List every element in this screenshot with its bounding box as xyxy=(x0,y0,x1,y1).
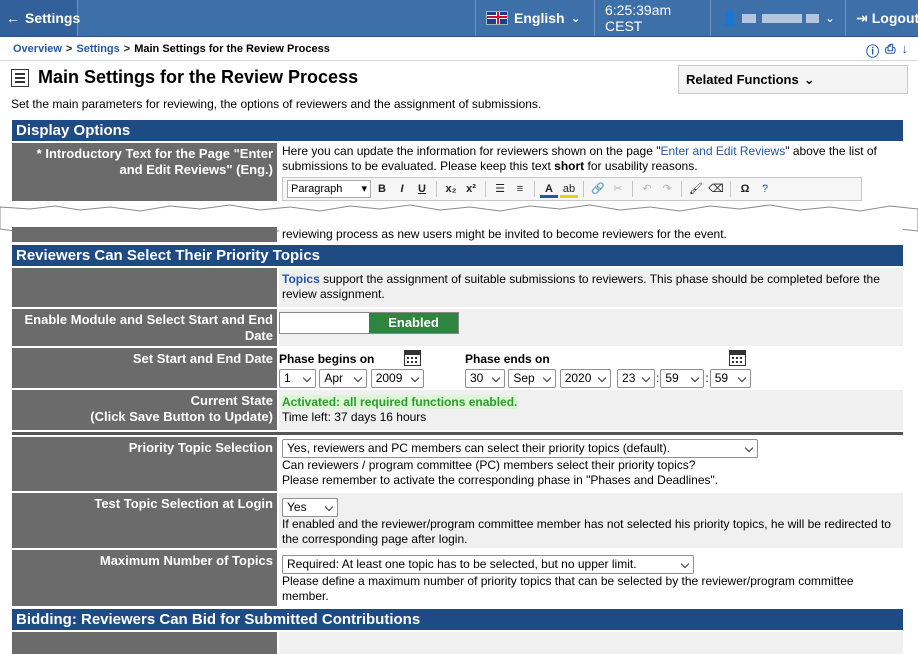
logout-icon: ⇥ xyxy=(856,9,868,26)
bullet-list-icon[interactable]: ☰ xyxy=(491,180,509,198)
row-enable-module: Enable Module and Select Start and End D… xyxy=(12,309,903,346)
priority-help-1: Can reviewers / program committee (PC) m… xyxy=(282,458,696,472)
help-circle-icon[interactable]: ? xyxy=(756,180,774,198)
subscript-icon[interactable]: x₂ xyxy=(442,180,460,198)
undo-icon[interactable]: ↶ xyxy=(638,180,656,198)
priority-help-2: Please remember to activate the correspo… xyxy=(282,473,719,487)
section-display-options: Display Options xyxy=(12,120,903,141)
cut-help-text: reviewing process as new users might be … xyxy=(279,227,903,242)
row-bidding-first xyxy=(12,632,903,654)
settings-list-icon xyxy=(11,68,29,87)
section-priority-topics: Reviewers Can Select Their Priority Topi… xyxy=(12,245,903,266)
row-topics-info: Topics support the assignment of suitabl… xyxy=(12,268,903,307)
bold-icon[interactable]: B xyxy=(373,180,391,198)
state-status: Activated: all required functions enable… xyxy=(282,395,518,409)
language-selector[interactable]: English ⌄ xyxy=(475,0,594,36)
chevron-down-icon: ⌄ xyxy=(824,11,835,25)
numbered-list-icon[interactable]: ≡ xyxy=(511,180,529,198)
related-functions-button[interactable]: Related Functions ⌄ xyxy=(678,65,908,94)
end-hour-select[interactable]: 23 xyxy=(617,369,656,388)
begin-day-select[interactable]: 1 xyxy=(279,369,316,388)
enable-module-toggle[interactable]: Enabled xyxy=(279,312,459,334)
test-topic-help: If enabled and the reviewer/program comm… xyxy=(282,517,891,546)
page-tools: ⓘ ⎙ ↓ xyxy=(866,41,908,60)
end-second-select[interactable]: 59 xyxy=(709,369,751,388)
end-month-select[interactable]: Sep xyxy=(508,369,557,388)
row-current-state: Current State (Click Save Button to Upda… xyxy=(12,390,903,430)
uk-flag-icon xyxy=(486,11,508,25)
test-topic-label: Test Topic Selection at Login xyxy=(12,493,277,548)
calendar-icon[interactable] xyxy=(729,350,747,366)
max-topics-label: Maximum Number of Topics xyxy=(12,550,277,606)
row-max-topics: Maximum Number of Topics Required: At le… xyxy=(12,550,903,606)
enter-edit-reviews-link[interactable]: Enter and Edit Reviews xyxy=(660,144,785,158)
row-test-topic-selection: Test Topic Selection at Login Yes If ena… xyxy=(12,493,903,548)
time-left: Time left: 37 days 16 hours xyxy=(282,410,427,424)
topics-link[interactable]: Topics xyxy=(282,272,320,286)
end-minute-select[interactable]: 59 xyxy=(660,369,705,388)
priority-topic-label: Priority Topic Selection xyxy=(12,437,277,491)
current-state-label: Current State (Click Save Button to Upda… xyxy=(12,390,277,430)
begin-month-select[interactable]: Apr xyxy=(319,369,368,388)
superscript-icon[interactable]: x² xyxy=(462,180,480,198)
redo-icon[interactable]: ↷ xyxy=(658,180,676,198)
topics-info-text: Topics support the assignment of suitabl… xyxy=(279,268,903,307)
enable-module-label: Enable Module and Select Start and End D… xyxy=(12,309,277,346)
page-title: Main Settings for the Review Process xyxy=(11,67,358,88)
page-subtitle: Set the main parameters for reviewing, t… xyxy=(11,97,542,111)
user-icon: 👤 xyxy=(721,9,739,26)
calendar-icon[interactable] xyxy=(403,350,421,366)
priority-topic-select[interactable]: Yes, reviewers and PC members can select… xyxy=(282,439,758,458)
eraser-icon[interactable]: ⌫ xyxy=(707,180,725,198)
section-bidding: Bidding: Reviewers Can Bid for Submitted… xyxy=(12,609,903,630)
link-icon[interactable]: 🔗 xyxy=(589,180,607,198)
breadcrumb-overview[interactable]: Overview xyxy=(13,43,62,55)
clock: 6:25:39am CEST xyxy=(594,0,710,36)
paint-brush-icon[interactable]: 🖌 xyxy=(687,180,705,198)
arrow-left-icon: ← xyxy=(6,10,20,26)
max-topics-select[interactable]: Required: At least one topic has to be s… xyxy=(282,555,694,574)
special-char-icon[interactable]: Ω xyxy=(736,180,754,198)
end-day-select[interactable]: 30 xyxy=(465,369,505,388)
chevron-down-icon: ⌄ xyxy=(570,11,581,25)
phase-begins-label: Phase begins on xyxy=(279,352,375,366)
max-topics-help: Please define a maximum number of priori… xyxy=(282,574,854,603)
row-start-end-date: Set Start and End Date Phase begins on 1… xyxy=(12,348,903,388)
top-bar: ← Settings English ⌄ 6:25:39am CEST 👤 ⌄ … xyxy=(0,0,918,37)
breadcrumb-settings[interactable]: Settings xyxy=(76,43,119,55)
chevron-down-icon: ⌄ xyxy=(803,71,815,87)
breadcrumb-current: Main Settings for the Review Process xyxy=(134,42,330,55)
breadcrumb: Overview > Settings > Main Settings for … xyxy=(0,37,918,61)
arrow-down-icon[interactable]: ↓ xyxy=(902,41,909,60)
back-to-settings-button[interactable]: ← Settings xyxy=(0,0,80,36)
user-name-redacted xyxy=(742,13,819,23)
help-icon[interactable]: ⓘ xyxy=(866,41,879,60)
text-color-icon[interactable]: A xyxy=(540,180,558,198)
intro-text-label: * Introductory Text for the Page "Enter … xyxy=(12,143,277,233)
highlight-color-icon[interactable]: ab xyxy=(560,180,578,198)
logout-button[interactable]: ⇥ Logout xyxy=(845,0,918,36)
intro-help-text: Here you can update the information for … xyxy=(282,144,877,173)
row-cut-text: reviewing process as new users might be … xyxy=(12,227,903,242)
unlink-icon[interactable]: ✂ xyxy=(609,180,627,198)
user-menu[interactable]: 👤 ⌄ xyxy=(710,0,845,36)
row-intro-text: * Introductory Text for the Page "Enter … xyxy=(12,143,903,233)
row-priority-topic-selection: Priority Topic Selection Yes, reviewers … xyxy=(12,437,903,491)
test-topic-select[interactable]: Yes xyxy=(282,498,338,517)
format-select[interactable]: Paragraph xyxy=(287,180,371,198)
phase-ends-label: Phase ends on xyxy=(465,352,550,366)
divider xyxy=(12,432,903,435)
rich-text-toolbar: Paragraph B I U x₂ x² ☰ ≡ A ab 🔗 ✂ ↶ ↷ 🖌… xyxy=(282,177,862,201)
end-year-select[interactable]: 2020 xyxy=(559,369,611,388)
print-icon[interactable]: ⎙ xyxy=(885,41,895,60)
start-end-date-label: Set Start and End Date xyxy=(12,348,277,388)
underline-icon[interactable]: U xyxy=(413,180,431,198)
begin-year-select[interactable]: 2009 xyxy=(370,369,424,388)
italic-icon[interactable]: I xyxy=(393,180,411,198)
